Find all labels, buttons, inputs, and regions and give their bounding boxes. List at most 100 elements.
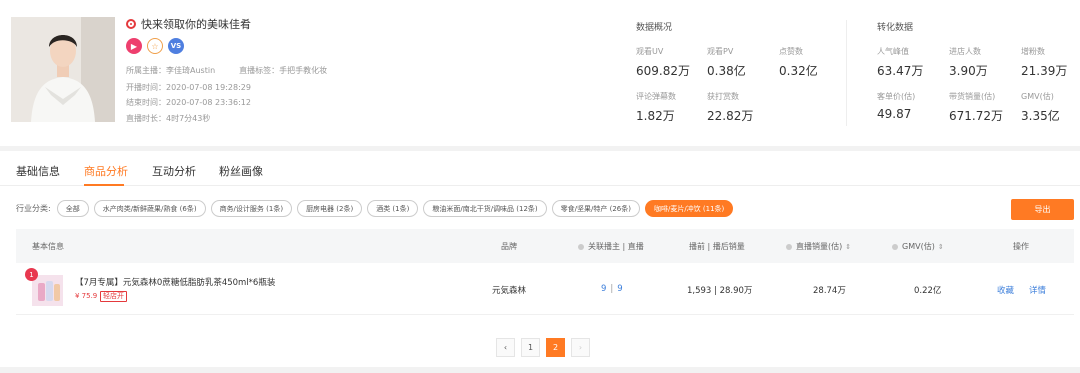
stat-value: 22.82万: [707, 109, 754, 123]
stat-value: 63.47万: [877, 64, 924, 78]
table-header: 基本信息 品牌 关联播主 | 直播 播前 | 播后销量 直播销量(估) ⇕ GMV…: [16, 229, 1074, 263]
active-tab-indicator: [84, 184, 124, 186]
product-name[interactable]: 【7月专属】元気森林0蔗糖低脂肪乳茶450ml*6瓶装: [75, 276, 275, 288]
play-icon[interactable]: ▶: [126, 38, 142, 54]
stat-label: 观看UV: [636, 47, 664, 56]
tab-product-analysis[interactable]: 商品分析: [84, 163, 128, 179]
filter-chip-kitchen[interactable]: 厨房电器 (2条): [297, 200, 363, 217]
stat-value: 49.87: [877, 107, 912, 121]
stat-avg-price: 客单价(估) 49.87: [877, 91, 915, 121]
stat-store-visits: 进店人数 3.90万: [949, 46, 988, 79]
cell-anchors: 9 | 9: [601, 284, 623, 294]
stat-value: 21.39万: [1021, 64, 1068, 78]
cell-live-sales: 28.74万: [813, 286, 846, 296]
filter-chip-seafood[interactable]: 水产肉类/新鲜蔬果/熟食 (6条): [93, 200, 206, 217]
filter-chip-snacks[interactable]: 零食/坚果/特产 (26条): [551, 200, 640, 217]
stat-new-fans: 增粉数 21.39万: [1021, 46, 1067, 79]
filter-chip-liquor[interactable]: 酒类 (1条): [367, 200, 419, 217]
product-analysis-panel: 基础信息 商品分析 互动分析 粉丝画像 行业分类: 全部 水产肉类/新鲜蔬果/熟…: [0, 151, 1080, 367]
header-sales-before-after: 播前 | 播后销量: [689, 242, 745, 251]
sort-icon[interactable]: ⇕: [845, 243, 851, 251]
product-tag: 轻店开: [100, 291, 127, 302]
stat-label: 评论弹幕数: [636, 92, 676, 101]
stat-value: 0.32亿: [779, 64, 818, 78]
header-basic: 基本信息: [32, 242, 64, 251]
room-badges: ▶ ☆ VS: [126, 38, 184, 54]
detail-link[interactable]: 详情: [1029, 284, 1046, 296]
filter-label: 行业分类:: [16, 204, 51, 213]
stat-value: 3.90万: [949, 64, 988, 78]
stat-label: 观看PV: [707, 47, 734, 56]
filter-chip-all[interactable]: 全部: [56, 200, 89, 217]
start-time: 开播时间：2020-07-08 19:28:29: [126, 83, 251, 92]
live-room-title-text: 快来领取你的美味佳肴: [141, 18, 251, 31]
stat-value: 3.35亿: [1021, 109, 1060, 123]
page-2-button[interactable]: 2: [546, 338, 565, 357]
stat-label: 增粉数: [1021, 47, 1045, 56]
lives-count-link[interactable]: 9: [617, 284, 622, 294]
duration: 直播时长：4时7分43秒: [126, 114, 211, 123]
stat-value: 0.38亿: [707, 64, 746, 78]
star-icon[interactable]: ☆: [147, 38, 163, 54]
circle-icon: [578, 243, 584, 250]
circle-icon: [786, 243, 792, 250]
cell-gmv: 0.22亿: [914, 286, 942, 296]
header-live-sales[interactable]: 直播销量(估) ⇕: [786, 241, 851, 252]
export-button[interactable]: 导出: [1011, 199, 1074, 220]
live-room-title: 快来领取你的美味佳肴: [126, 16, 251, 32]
stat-rewards: 获打赏数 22.82万: [707, 91, 753, 124]
stat-comments: 评论弹幕数 1.82万: [636, 91, 676, 124]
live-tag-label: 直播标签：手把手教化妆: [239, 66, 328, 75]
industry-filter: 行业分类: 全部 水产肉类/新鲜蔬果/熟食 (6条) 商务/设计服务 (1条) …: [16, 200, 734, 217]
cell-brand: 元気森林: [492, 286, 527, 296]
stat-sales-volume: 带货销量(估) 671.72万: [949, 91, 1003, 124]
anchors-count-link[interactable]: 9: [601, 284, 606, 294]
filter-chip-coffee[interactable]: 咖啡/麦片/冲饮 (11条): [644, 200, 734, 217]
stat-label: 人气峰值: [877, 47, 909, 56]
header-gmv-text: GMV(估): [902, 242, 935, 251]
pagination: ‹ 1 2 ›: [496, 338, 590, 357]
sort-icon[interactable]: ⇕: [938, 243, 944, 251]
header-brand: 品牌: [501, 242, 517, 251]
rank-badge: 1: [25, 268, 38, 281]
product-image[interactable]: [32, 275, 63, 306]
header-anchors[interactable]: 关联播主 | 直播: [578, 241, 644, 252]
filter-chip-grain[interactable]: 粮油米面/南北干货/调味品 (12条): [423, 200, 547, 217]
table-row: 1 【7月专属】元気森林0蔗糖低脂肪乳茶450ml*6瓶装 ¥ 75.9 轻店开…: [16, 263, 1074, 315]
next-page-button[interactable]: ›: [571, 338, 590, 357]
stat-value: 671.72万: [949, 109, 1003, 123]
end-time: 结束时间：2020-07-08 23:36:12: [126, 98, 251, 107]
vs-icon[interactable]: VS: [168, 38, 184, 54]
header-ops: 操作: [1013, 242, 1029, 251]
stat-label: GMV(估): [1021, 92, 1054, 101]
stat-gmv: GMV(估) 3.35亿: [1021, 91, 1060, 124]
header-live-sales-text: 直播销量(估): [796, 242, 843, 251]
header-gmv[interactable]: GMV(估) ⇕: [892, 241, 944, 252]
page-1-button[interactable]: 1: [521, 338, 540, 357]
host-avatar: [11, 17, 115, 122]
stat-uv: 观看UV 609.82万: [636, 46, 690, 79]
live-icon: [126, 19, 136, 29]
product-price: ¥ 75.9: [75, 292, 98, 300]
cell-sales: 1,593 | 28.90万: [687, 286, 753, 296]
stat-label: 客单价(估): [877, 92, 916, 101]
stat-peak: 人气峰值 63.47万: [877, 46, 923, 79]
conversion-title: 转化数据: [877, 23, 914, 33]
live-room-info-card: 快来领取你的美味佳肴 ▶ ☆ VS 所属主播：李佳琦Austin 直播标签：手把手…: [0, 0, 1080, 146]
prev-page-button[interactable]: ‹: [496, 338, 515, 357]
circle-icon: [892, 243, 898, 250]
stat-value: 1.82万: [636, 109, 675, 123]
tab-interaction-analysis[interactable]: 互动分析: [152, 163, 196, 179]
filter-chip-business[interactable]: 商务/设计服务 (1条): [210, 200, 293, 217]
host-meta: 所属主播：李佳琦Austin 直播标签：手把手教化妆: [126, 65, 327, 76]
stat-label: 点赞数: [779, 47, 803, 56]
page: 快来领取你的美味佳肴 ▶ ☆ VS 所属主播：李佳琦Austin 直播标签：手把手…: [0, 0, 1080, 373]
favorite-link[interactable]: 收藏: [997, 284, 1014, 296]
divider: [846, 20, 847, 126]
tab-fan-profile[interactable]: 粉丝画像: [219, 163, 263, 179]
stat-likes: 点赞数 0.32亿: [779, 46, 818, 79]
host-label: 所属主播：李佳琦Austin: [126, 66, 216, 75]
tab-bar: 基础信息 商品分析 互动分析 粉丝画像: [0, 151, 1080, 186]
tab-basic-info[interactable]: 基础信息: [16, 163, 60, 179]
stat-label: 带货销量(估): [949, 92, 996, 101]
